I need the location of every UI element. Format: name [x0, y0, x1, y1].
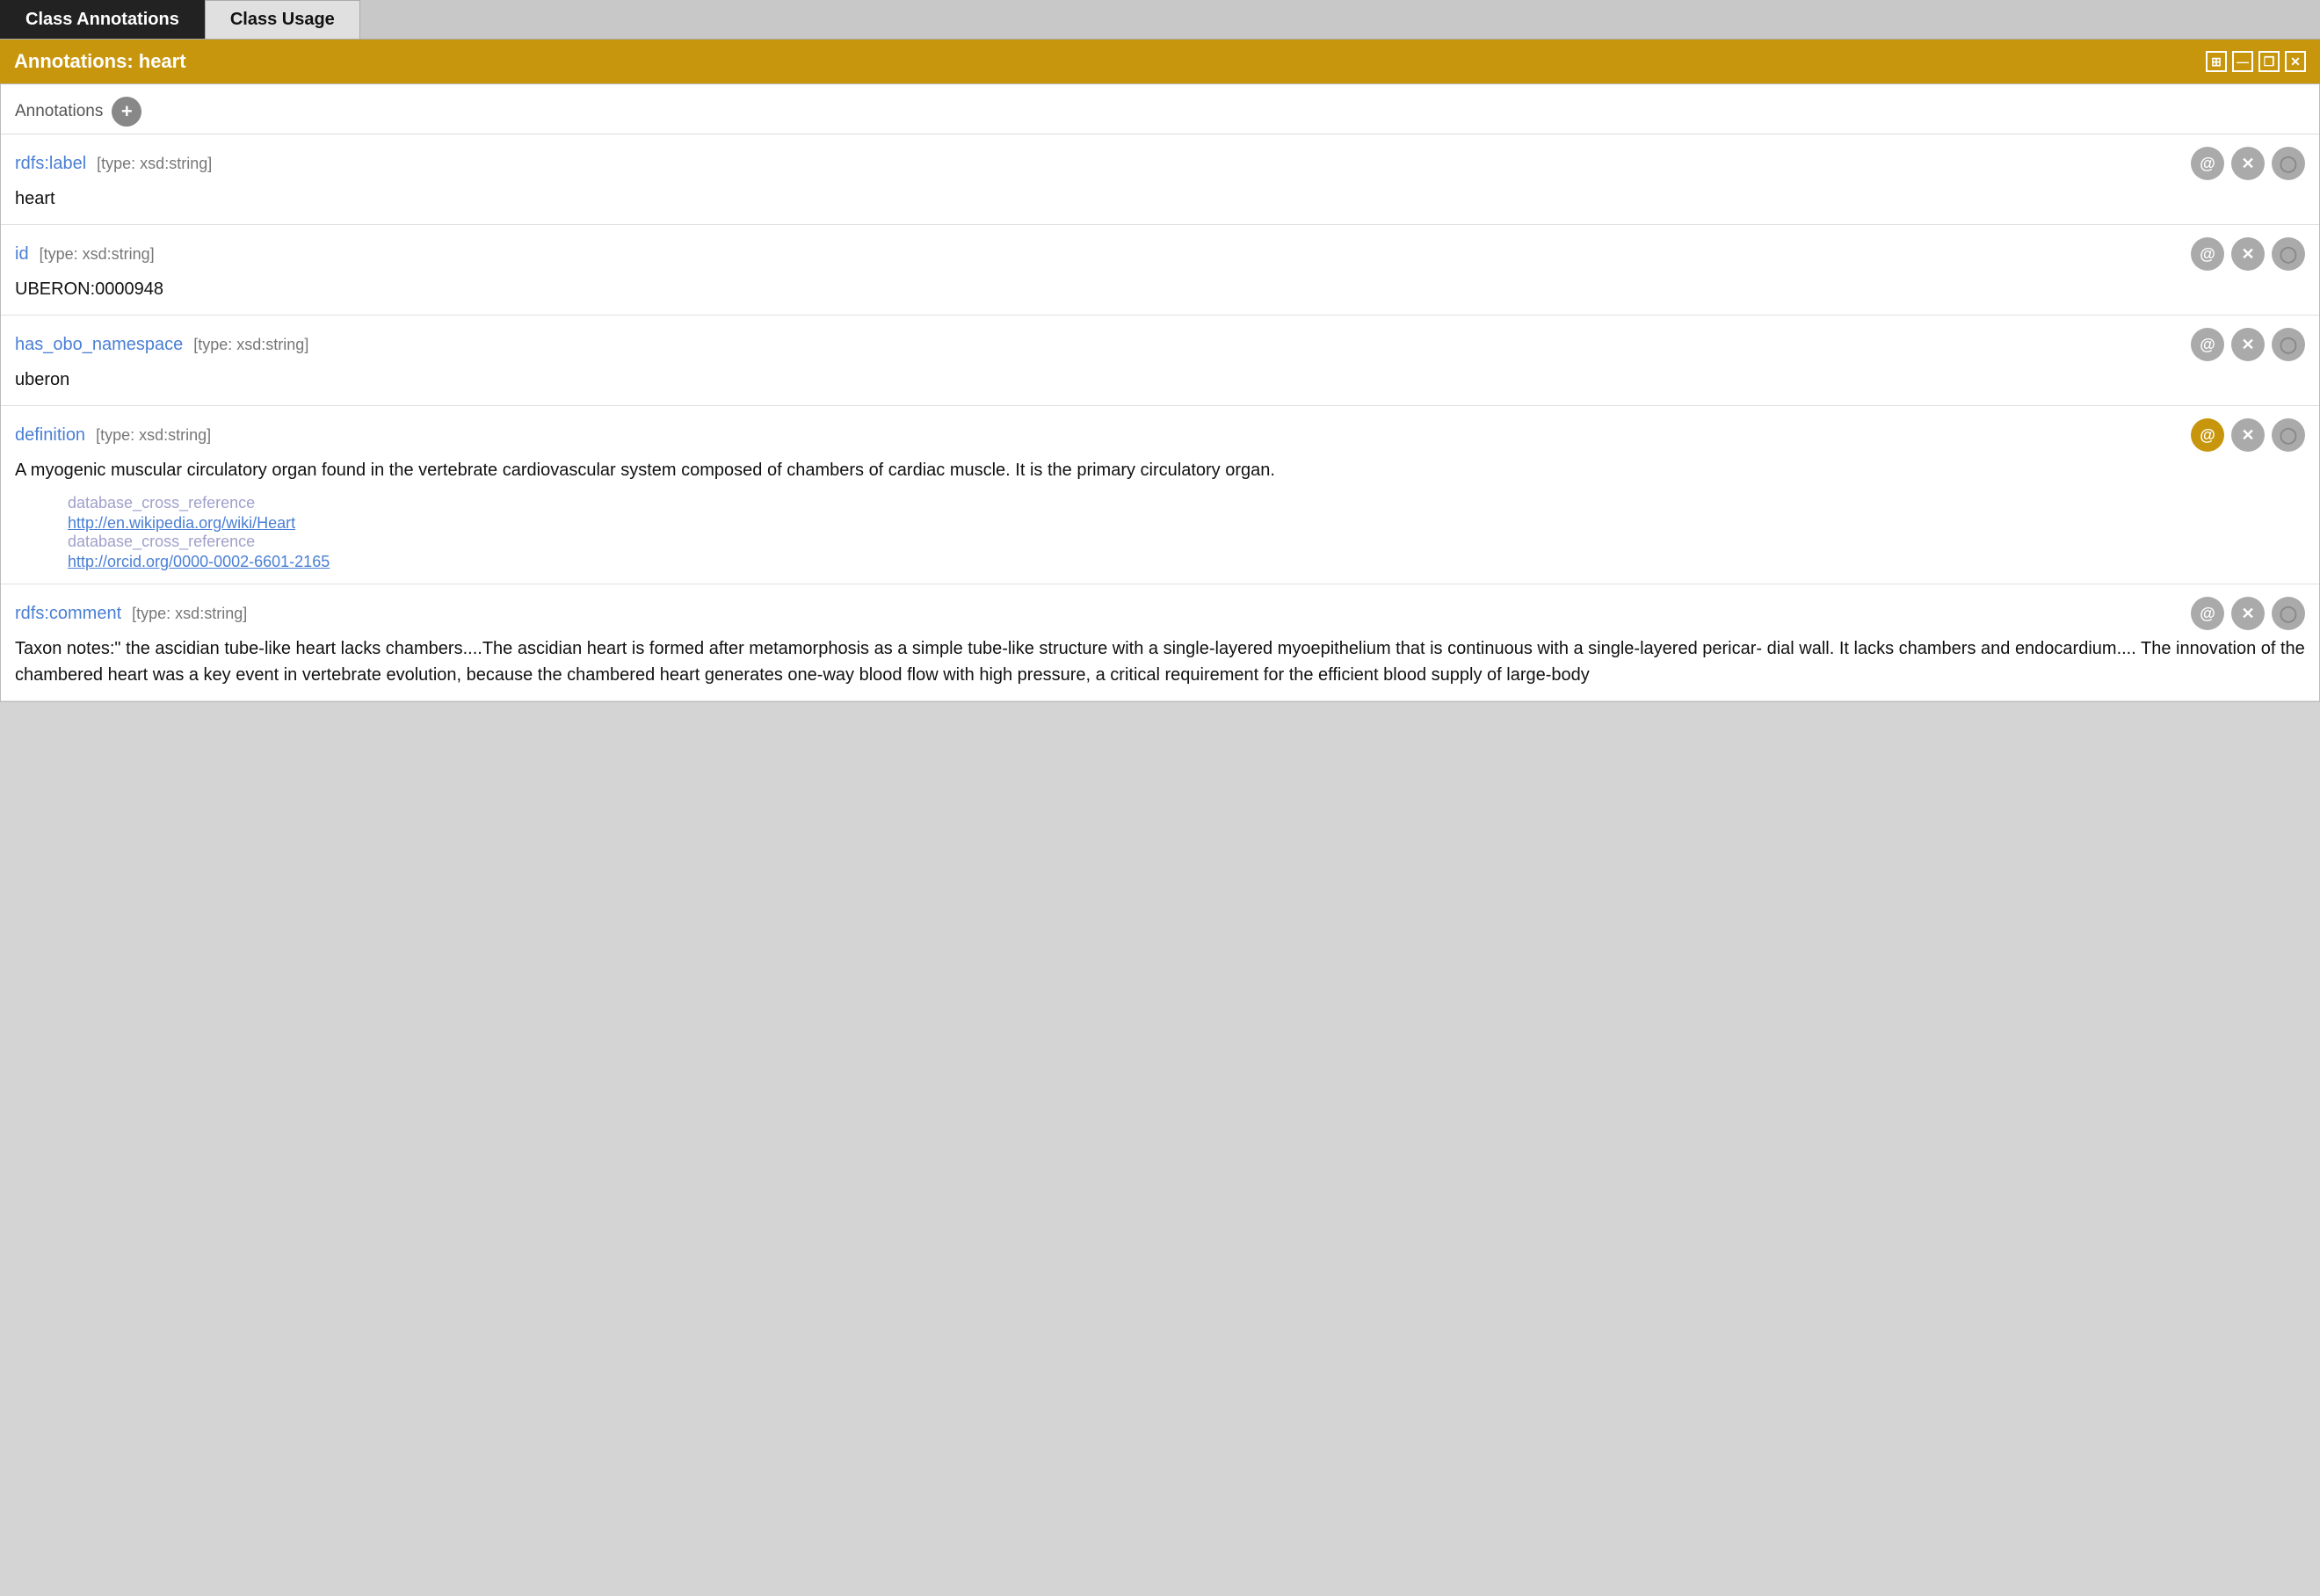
- title-bar-controls: ⊞ — ❐ ✕: [2206, 51, 2306, 72]
- annotation-at-button[interactable]: @: [2191, 328, 2224, 361]
- tab-class-annotations[interactable]: Class Annotations: [0, 0, 205, 39]
- annotation-controls: @✕◯: [2191, 147, 2305, 180]
- annotation-row: rdfs:comment [type: xsd:string] @✕◯ Taxon n…: [1, 584, 2319, 701]
- annotation-at-button[interactable]: @: [2191, 597, 2224, 630]
- annotation-type: [type: xsd:string]: [132, 605, 247, 622]
- add-annotation-button[interactable]: +: [112, 97, 141, 127]
- sub-item-label: database_cross_reference: [68, 494, 255, 511]
- annotation-circle-button[interactable]: ◯: [2272, 237, 2305, 271]
- annotation-property: rdfs:comment: [15, 604, 121, 623]
- annotation-circle-button[interactable]: ◯: [2272, 597, 2305, 630]
- annotation-sub-items: database_cross_referencehttp://en.wikipe…: [68, 494, 2305, 571]
- annotation-value: UBERON:0000948: [15, 276, 2305, 302]
- annotation-value: heart: [15, 185, 2305, 212]
- restore-icon[interactable]: ❐: [2258, 51, 2280, 72]
- sub-item-link[interactable]: http://orcid.org/0000-0002-6601-2165: [68, 553, 2305, 571]
- annotation-remove-button[interactable]: ✕: [2231, 418, 2265, 452]
- annotation-controls: @✕◯: [2191, 418, 2305, 452]
- annotation-type: [type: xsd:string]: [96, 426, 211, 444]
- annotation-value: A myogenic muscular circulatory organ fo…: [15, 457, 2305, 483]
- annotation-type: [type: xsd:string]: [40, 245, 155, 263]
- annotation-property: definition: [15, 425, 85, 445]
- grid-icon[interactable]: ⊞: [2206, 51, 2227, 72]
- scroll-area[interactable]: Annotations + rdfs:label [type: xsd:strin…: [1, 84, 2319, 701]
- annotation-at-button[interactable]: @: [2191, 237, 2224, 271]
- annotation-remove-button[interactable]: ✕: [2231, 147, 2265, 180]
- title-bar: Annotations: heart ⊞ — ❐ ✕: [0, 40, 2320, 83]
- tab-class-usage[interactable]: Class Usage: [205, 0, 360, 39]
- annotation-type: [type: xsd:string]: [193, 336, 308, 353]
- annotation-circle-button[interactable]: ◯: [2272, 328, 2305, 361]
- annotation-circle-button[interactable]: ◯: [2272, 147, 2305, 180]
- annotation-header-line: rdfs:comment [type: xsd:string] @✕◯: [15, 597, 2305, 630]
- annotation-controls: @✕◯: [2191, 597, 2305, 630]
- annotation-type: [type: xsd:string]: [97, 155, 212, 172]
- annotation-header-line: definition [type: xsd:string] @✕◯: [15, 418, 2305, 452]
- annotation-at-button[interactable]: @: [2191, 418, 2224, 452]
- annotation-row: has_obo_namespace [type: xsd:string] @✕◯ ub…: [1, 316, 2319, 406]
- annotation-property: rdfs:label: [15, 154, 86, 173]
- annotation-circle-button[interactable]: ◯: [2272, 418, 2305, 452]
- annotation-header-line: rdfs:label [type: xsd:string] @✕◯: [15, 147, 2305, 180]
- annotation-at-button[interactable]: @: [2191, 147, 2224, 180]
- annotation-controls: @✕◯: [2191, 237, 2305, 271]
- minus-icon[interactable]: —: [2232, 51, 2253, 72]
- annotation-value: Taxon notes:" the ascidian tube-like hea…: [15, 635, 2305, 688]
- annotations-list: rdfs:label[type: xsd:string]@✕◯heartid[t…: [1, 134, 2319, 701]
- annotation-header-line: has_obo_namespace [type: xsd:string] @✕◯: [15, 328, 2305, 361]
- annotations-section-label: Annotations: [15, 102, 103, 121]
- annotation-row: rdfs:label [type: xsd:string] @✕◯ heart: [1, 134, 2319, 225]
- annotation-remove-button[interactable]: ✕: [2231, 237, 2265, 271]
- annotation-row: definition [type: xsd:string] @✕◯ A myogeni…: [1, 406, 2319, 584]
- annotation-value: uberon: [15, 366, 2305, 393]
- annotations-panel: Annotations + rdfs:label [type: xsd:strin…: [0, 83, 2320, 702]
- title-bar-text: Annotations: heart: [14, 50, 186, 73]
- annotation-property: has_obo_namespace: [15, 335, 183, 354]
- annotation-row: id [type: xsd:string] @✕◯ UBERON:0000948: [1, 225, 2319, 316]
- annotation-header-line: id [type: xsd:string] @✕◯: [15, 237, 2305, 271]
- tab-bar: Class Annotations Class Usage: [0, 0, 2320, 40]
- close-icon[interactable]: ✕: [2285, 51, 2306, 72]
- annotation-controls: @✕◯: [2191, 328, 2305, 361]
- sub-item-label: database_cross_reference: [68, 533, 255, 550]
- annotations-header: Annotations +: [1, 84, 2319, 134]
- annotation-remove-button[interactable]: ✕: [2231, 328, 2265, 361]
- annotation-property: id: [15, 244, 29, 264]
- annotation-remove-button[interactable]: ✕: [2231, 597, 2265, 630]
- sub-item-link[interactable]: http://en.wikipedia.org/wiki/Heart: [68, 514, 2305, 533]
